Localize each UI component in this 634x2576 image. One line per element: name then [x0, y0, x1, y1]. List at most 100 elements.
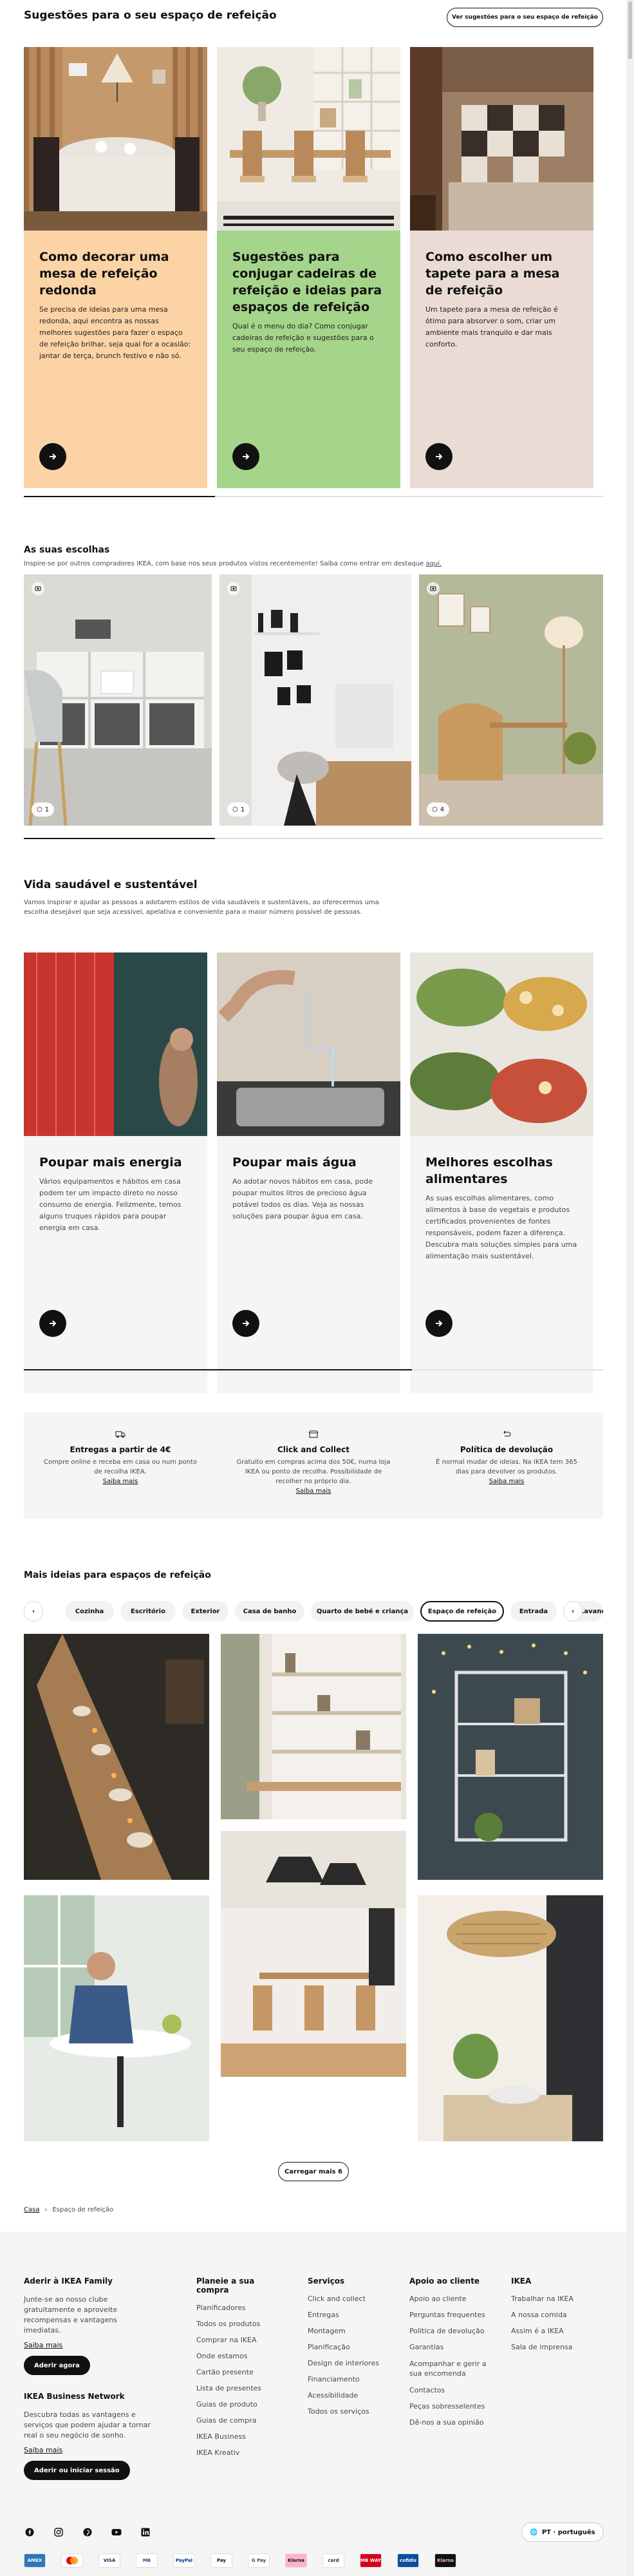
customer-photo-card[interactable]: ⬡ 1 [219, 574, 411, 826]
footer-link[interactable]: Planificadores [196, 2304, 280, 2312]
arrow-right-button[interactable] [39, 443, 66, 470]
card-title: Como decorar uma mesa de refeição redond… [39, 250, 169, 298]
idea-tile[interactable] [418, 1895, 603, 2141]
footer-link[interactable]: Planificação [308, 2343, 391, 2351]
facebook-icon[interactable] [24, 2526, 35, 2538]
footer-link[interactable]: Peças sobresselentes [409, 2402, 499, 2410]
tag-count-badge[interactable]: ⬡ 4 [427, 802, 450, 817]
footer-link[interactable]: Click and collect [308, 2295, 391, 2303]
idea-tile[interactable] [418, 1634, 603, 1880]
language-selector[interactable]: 🌐 PT · português [521, 2523, 604, 2542]
chip-escritorio[interactable]: Escritório [120, 1601, 176, 1622]
business-link[interactable]: Saiba mais [24, 2446, 153, 2454]
ideas-carousel-progress[interactable] [24, 496, 603, 497]
tag-count-badge[interactable]: ⬡ 1 [32, 802, 55, 817]
family-link[interactable]: Saiba mais [24, 2341, 153, 2349]
footer-link[interactable]: IKEA Kreativ [196, 2448, 280, 2457]
breadcrumb-home[interactable]: Casa [24, 2206, 39, 2213]
tag-count: 1 [44, 806, 50, 813]
chips-prev-button[interactable]: ‹ [24, 1601, 43, 1622]
service-title: Política de devolução [460, 1445, 554, 1454]
load-more-button[interactable]: Carregar mais 6 [278, 2162, 349, 2181]
footer-link[interactable]: Dê-nos a sua opinião [409, 2418, 499, 2427]
footer-col-support: Apoio ao cliente Apoio ao cliente Pergun… [409, 2277, 499, 2434]
footer-link[interactable]: Sala de imprensa [511, 2343, 595, 2351]
chip-casa-de-banho[interactable]: Casa de banho [235, 1601, 304, 1622]
arrow-right-button[interactable] [232, 1310, 259, 1337]
footer-link[interactable]: Todos os serviços [308, 2407, 391, 2416]
service-link[interactable]: Saiba mais [103, 1478, 138, 1485]
card-body: Sugestões para conjugar cadeiras de refe… [217, 231, 400, 488]
customer-photo-card[interactable]: ⬡ 4 [419, 574, 603, 826]
footer-link[interactable]: Financiamento [308, 2375, 391, 2383]
idea-tile[interactable] [221, 1634, 406, 1819]
footer-link[interactable]: Garantias [409, 2343, 499, 2351]
footer-link[interactable]: Acessibilidade [308, 2391, 391, 2400]
footer-link[interactable]: Design de interiores [308, 2359, 391, 2367]
idea-tile[interactable] [24, 1634, 209, 1880]
arrow-right-button[interactable] [425, 1310, 452, 1337]
arrow-right-icon [436, 453, 443, 460]
scrollbar-thumb[interactable] [628, 1, 632, 59]
service-link[interactable]: Saiba mais [489, 1478, 525, 1485]
card-text: Se precisa de ideias para uma mesa redon… [39, 305, 191, 360]
footer-link[interactable]: Política de devolução [409, 2327, 499, 2335]
view-dining-tips-button[interactable]: Ver sugestões para o seu espaço de refei… [447, 8, 603, 27]
footer-link[interactable]: Todos os produtos [196, 2320, 280, 2328]
choices-carousel-progress[interactable] [24, 838, 603, 839]
camera-icon [427, 582, 440, 595]
footer-link[interactable]: IKEA Business [196, 2432, 280, 2441]
shelf-photo [24, 574, 212, 826]
arrow-right-button[interactable] [39, 1310, 66, 1337]
chip-espaco-refeicao[interactable]: Espaço de refeição [420, 1601, 504, 1622]
footer-link[interactable]: Perguntas frequentes [409, 2311, 499, 2319]
chips-next-button[interactable]: › [563, 1601, 583, 1622]
footer-link[interactable]: Montagem [308, 2327, 391, 2335]
join-family-button[interactable]: Aderir agora [24, 2356, 90, 2375]
card-title: Como escolher um tapete para a mesa de r… [425, 250, 560, 298]
choices-subtitle-link[interactable]: aqui. [425, 560, 442, 567]
camera-icon [32, 582, 44, 595]
join-business-button[interactable]: Aderir ou iniciar sessão [24, 2461, 130, 2480]
pinterest-icon[interactable] [82, 2526, 93, 2538]
footer-link[interactable]: Acompanhar e gerir a sua encomenda [409, 2359, 499, 2378]
arrow-right-button[interactable] [425, 443, 452, 470]
footer: Aderir à IKEA Family Junte-se ao nosso c… [0, 2231, 626, 2576]
footer-link[interactable]: Contactos [409, 2386, 499, 2394]
service-link[interactable]: Saiba mais [296, 1488, 331, 1495]
footer-link[interactable]: Entregas [308, 2311, 391, 2319]
page-title: Sugestões para o seu espaço de refeição [24, 9, 277, 22]
footer-col-title: Planeie a sua compra [196, 2277, 255, 2295]
footer-link[interactable]: Comprar na IKEA [196, 2336, 280, 2344]
footer-link[interactable]: Apoio ao cliente [409, 2295, 499, 2303]
page-scrollbar[interactable] [626, 0, 634, 2576]
footer-link[interactable]: Cartão presente [196, 2368, 280, 2376]
footer-col-ikea: IKEA Trabalhar na IKEA A nossa comida As… [511, 2277, 595, 2359]
youtube-icon[interactable] [111, 2526, 122, 2538]
arrow-right-button[interactable] [232, 443, 259, 470]
footer-link[interactable]: Lista de presentes [196, 2384, 280, 2392]
tag-count-badge[interactable]: ⬡ 1 [227, 802, 250, 817]
sustain-carousel-progress[interactable] [24, 1369, 603, 1370]
arrow-right-icon [50, 1320, 57, 1327]
chip-exterior[interactable]: Exterior [182, 1601, 228, 1622]
footer-link[interactable]: A nossa comida [511, 2311, 595, 2319]
linkedin-icon[interactable] [140, 2526, 151, 2538]
footer-link[interactable]: Trabalhar na IKEA [511, 2295, 595, 2303]
chip-cozinha[interactable]: Cozinha [65, 1601, 114, 1622]
idea-tile[interactable] [221, 1831, 406, 2077]
mbway-icon: MB WAY [360, 2553, 382, 2568]
gift-card-icon: card [322, 2553, 344, 2568]
footer-link[interactable]: Guias de compra [196, 2416, 280, 2425]
customer-photo-card[interactable]: ⬡ 1 [24, 574, 212, 826]
footer-link[interactable]: Assim é a IKEA [511, 2327, 595, 2335]
chip-entrada[interactable]: Entrada [510, 1601, 557, 1622]
chip-quarto-bebe[interactable]: Quarto de bebé e criança [311, 1601, 414, 1622]
instagram-icon[interactable] [53, 2526, 64, 2538]
footer-link[interactable]: Guias de produto [196, 2400, 280, 2409]
footer-col-plan: Planeie a sua compra Planificadores Todo… [196, 2277, 280, 2465]
choices-subtitle: Inspire-se por outros compradores IKEA, … [24, 560, 442, 567]
service-returns: Política de devolução É normal mudar de … [410, 1412, 603, 1519]
footer-link[interactable]: Onde estamos [196, 2352, 280, 2360]
idea-tile[interactable] [24, 1895, 209, 2141]
